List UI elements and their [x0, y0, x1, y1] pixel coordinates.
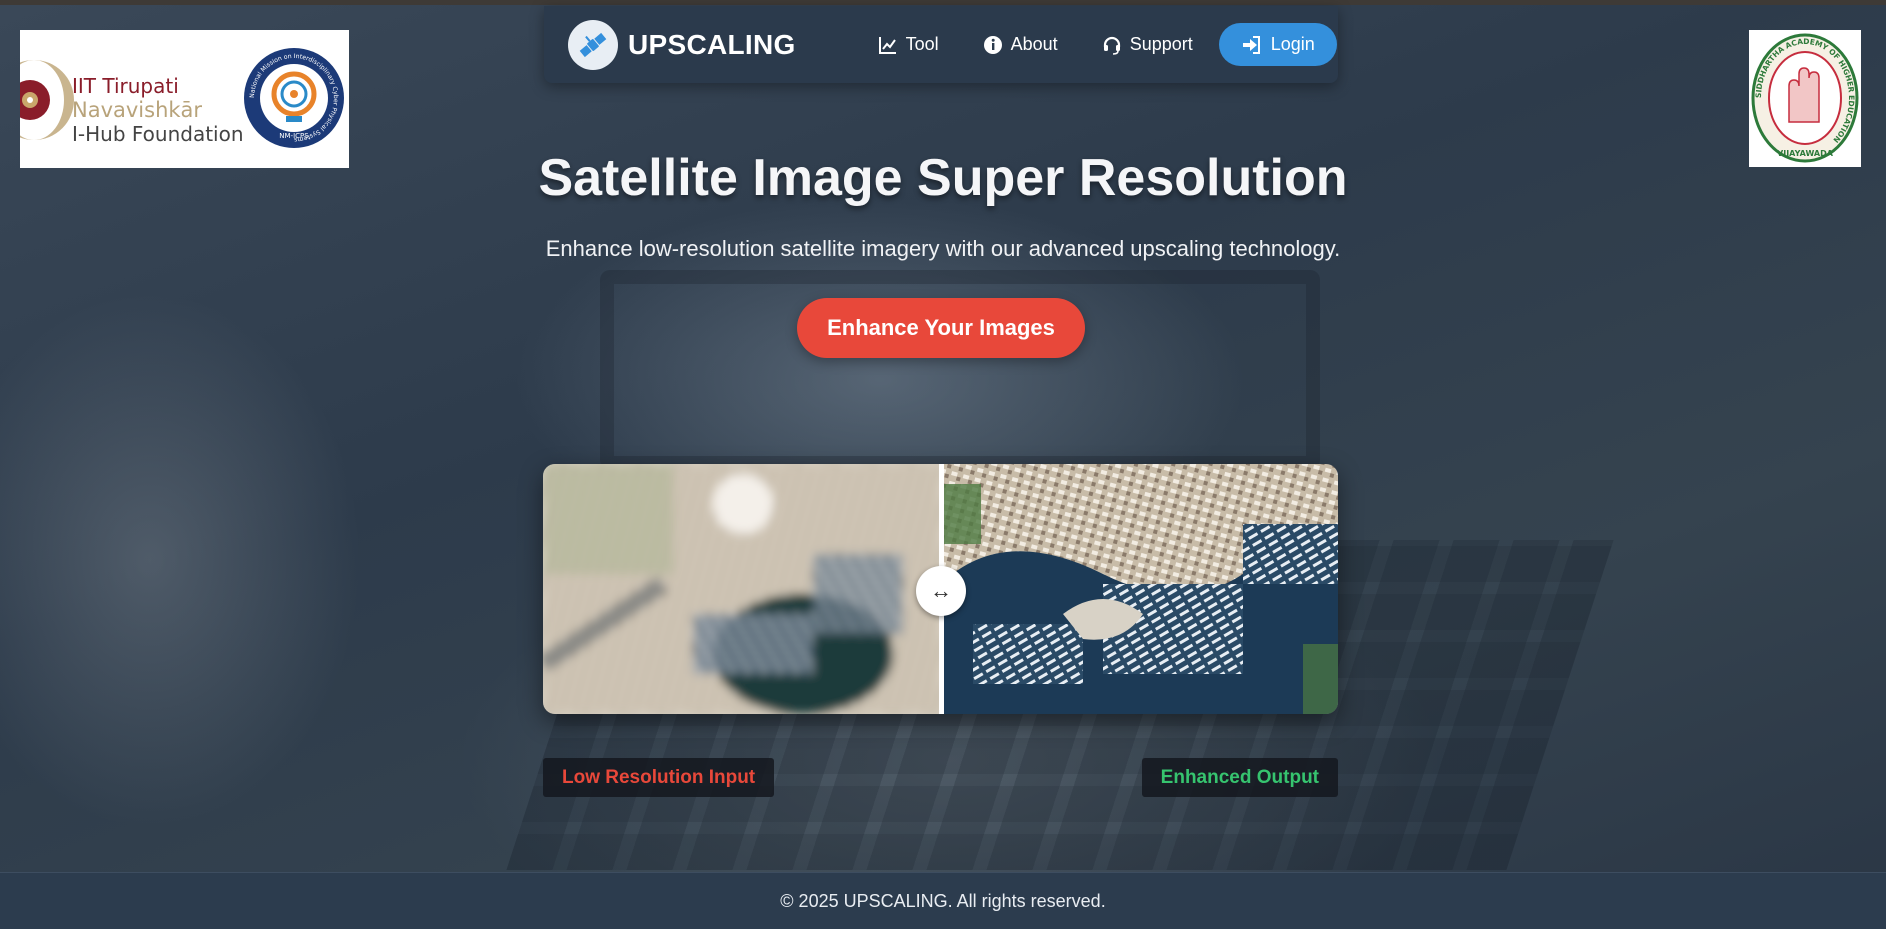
siddhartha-seal-icon: SIDDHARTHA ACADEMY OF HIGHER EDUCATION V… — [1751, 33, 1859, 163]
nm-icps-seal-icon: National Mission on Interdisciplinary Cy… — [244, 48, 344, 148]
page-title: Satellite Image Super Resolution — [538, 149, 1348, 207]
low-resolution-image — [543, 464, 941, 714]
partner-line-3: I-Hub Foundation — [72, 122, 244, 146]
sign-in-icon — [1242, 35, 1260, 54]
nav-about-label: About — [1010, 34, 1058, 54]
seal-label: NM-ICPS — [279, 132, 309, 140]
nav-tool[interactable]: Tool — [856, 34, 961, 55]
low-resolution-label: Low Resolution Input — [543, 758, 775, 797]
nav-links: Tool About Support Login — [856, 23, 1337, 66]
login-label: Login — [1270, 34, 1315, 54]
hero-subtitle: Enhance low-resolution satellite imagery… — [545, 236, 1341, 261]
chart-line-icon — [878, 36, 896, 54]
copyright-text: © 2025 UPSCALING. All rights reserved. — [780, 890, 1106, 911]
headset-icon — [1103, 36, 1120, 55]
top-border — [0, 0, 1886, 5]
nav-support[interactable]: Support — [1080, 34, 1215, 55]
info-circle-icon — [983, 35, 1002, 54]
partner-line-1: IIT Tirupati — [72, 74, 179, 98]
nav-about[interactable]: About — [961, 34, 1080, 55]
enhanced-image — [941, 464, 1338, 714]
nav-support-label: Support — [1129, 34, 1193, 54]
slider-handle[interactable]: ↔ — [916, 566, 966, 616]
eye-logo-icon — [20, 60, 74, 140]
brand-name: UPSCALING — [628, 28, 796, 60]
partner-line-2: Navavishkār — [72, 98, 203, 122]
footer: © 2025 UPSCALING. All rights reserved. — [0, 872, 1886, 929]
login-button[interactable]: Login — [1218, 23, 1337, 66]
satellite-icon — [568, 19, 618, 70]
nav-tool-label: Tool — [905, 34, 939, 54]
enhanced-output-label: Enhanced Output — [1141, 758, 1338, 797]
partner-name: IIT Tirupati Navavishkār I-Hub Foundatio… — [72, 74, 244, 146]
partner-logo-siddhartha: SIDDHARTHA ACADEMY OF HIGHER EDUCATION V… — [1749, 30, 1861, 167]
navbar: UPSCALING Tool About Support Login — [544, 6, 1338, 83]
image-comparison-slider[interactable]: ↔ — [543, 464, 1338, 714]
brand[interactable]: UPSCALING — [568, 19, 796, 70]
enhance-images-button[interactable]: Enhance Your Images — [797, 298, 1085, 358]
